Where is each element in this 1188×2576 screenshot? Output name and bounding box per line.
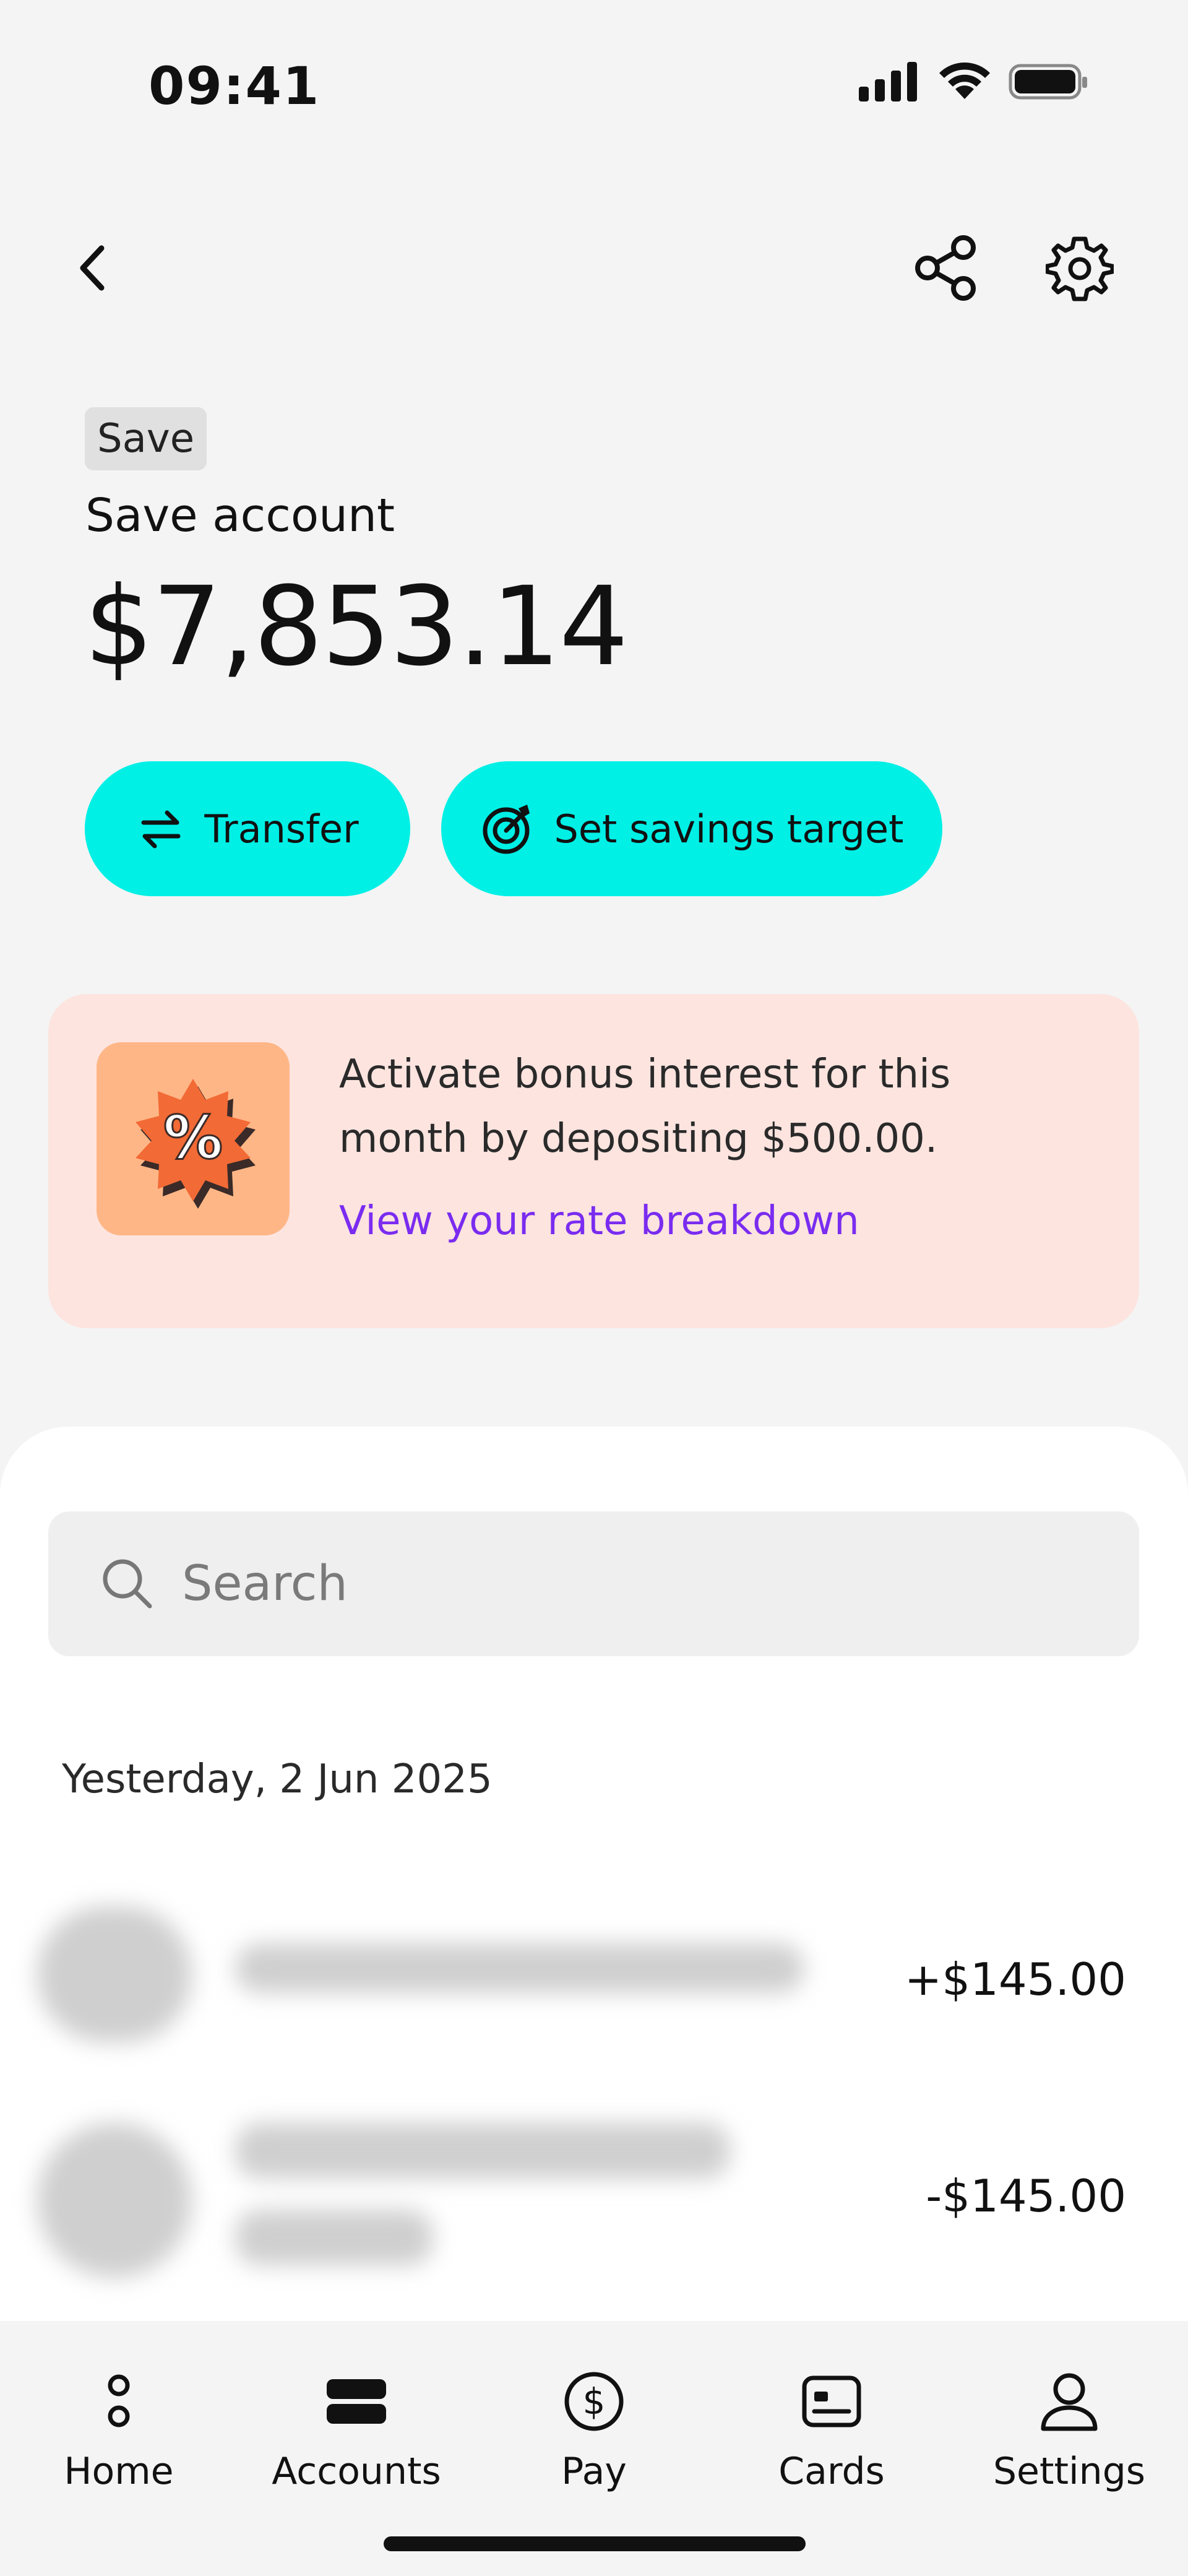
transfer-label: Transfer bbox=[204, 806, 359, 852]
transaction-amount: +$145.00 bbox=[904, 1953, 1126, 2005]
accounts-icon bbox=[327, 2379, 386, 2424]
tab-accounts-label: Accounts bbox=[272, 2450, 441, 2493]
account-settings-button[interactable] bbox=[1040, 228, 1120, 308]
pay-icon: $ bbox=[564, 2372, 624, 2431]
tab-home[interactable]: Home bbox=[0, 2371, 238, 2493]
tab-cards-label: Cards bbox=[778, 2450, 885, 2493]
status-time: 09:41 bbox=[148, 56, 321, 116]
transaction-description-blurred bbox=[235, 1943, 804, 1993]
search-field[interactable]: Search bbox=[48, 1511, 1139, 1656]
svg-text:$: $ bbox=[583, 2380, 606, 2423]
account-type-tag: Save bbox=[85, 407, 207, 470]
transaction-avatar-blurred bbox=[37, 1906, 192, 2042]
tab-settings[interactable]: Settings bbox=[950, 2371, 1188, 2493]
tab-pay-label: Pay bbox=[561, 2450, 627, 2493]
set-savings-target-button[interactable]: Set savings target bbox=[441, 761, 942, 896]
back-button[interactable] bbox=[53, 228, 133, 308]
search-input[interactable]: Search bbox=[182, 1556, 348, 1612]
tab-cards[interactable]: Cards bbox=[713, 2371, 950, 2493]
tab-settings-label: Settings bbox=[992, 2450, 1146, 2493]
transaction-amount: -$145.00 bbox=[926, 2170, 1126, 2222]
transfer-arrows-icon bbox=[141, 810, 181, 849]
transactions-date-heading: Yesterday, 2 Jun 2025 bbox=[62, 1757, 493, 1802]
signal-icon bbox=[859, 62, 917, 102]
cards-icon bbox=[802, 2375, 861, 2427]
account-title: Save account bbox=[85, 489, 395, 542]
promo-illustration: % bbox=[97, 1042, 290, 1235]
account-balance: $7,853.14 bbox=[84, 563, 629, 690]
battery-icon bbox=[1009, 64, 1087, 100]
wifi-icon bbox=[939, 63, 990, 99]
tab-pay[interactable]: $ Pay bbox=[475, 2371, 713, 2493]
percent-badge-icon: % bbox=[136, 1079, 256, 1209]
gear-icon bbox=[1046, 236, 1114, 301]
transaction-row[interactable]: -$145.00 bbox=[0, 2117, 1188, 2302]
target-icon bbox=[483, 805, 530, 854]
rate-breakdown-link[interactable]: View your rate breakdown bbox=[339, 1198, 859, 1244]
home-icon bbox=[108, 2374, 130, 2427]
tab-accounts[interactable]: Accounts bbox=[238, 2371, 475, 2493]
set-savings-target-label: Set savings target bbox=[554, 806, 904, 852]
bonus-interest-card: % Activate bonus interest for this month… bbox=[48, 994, 1139, 1328]
transaction-description-blurred bbox=[235, 2123, 730, 2179]
transaction-subtitle-blurred bbox=[235, 2210, 433, 2265]
share-button[interactable] bbox=[906, 228, 987, 308]
chevron-left-icon bbox=[80, 245, 105, 291]
search-icon bbox=[103, 1559, 152, 1609]
status-icons bbox=[859, 62, 1089, 102]
settings-icon bbox=[1041, 2373, 1098, 2431]
home-indicator bbox=[384, 2536, 806, 2551]
share-icon bbox=[915, 235, 976, 301]
transfer-button[interactable]: Transfer bbox=[85, 761, 410, 896]
tab-home-label: Home bbox=[64, 2450, 174, 2493]
svg-text:%: % bbox=[163, 1103, 223, 1172]
transaction-row[interactable]: +$145.00 bbox=[0, 1894, 1188, 2042]
bonus-interest-message: Activate bonus interest for this month b… bbox=[339, 1052, 951, 1162]
transaction-avatar-blurred bbox=[37, 2123, 192, 2278]
